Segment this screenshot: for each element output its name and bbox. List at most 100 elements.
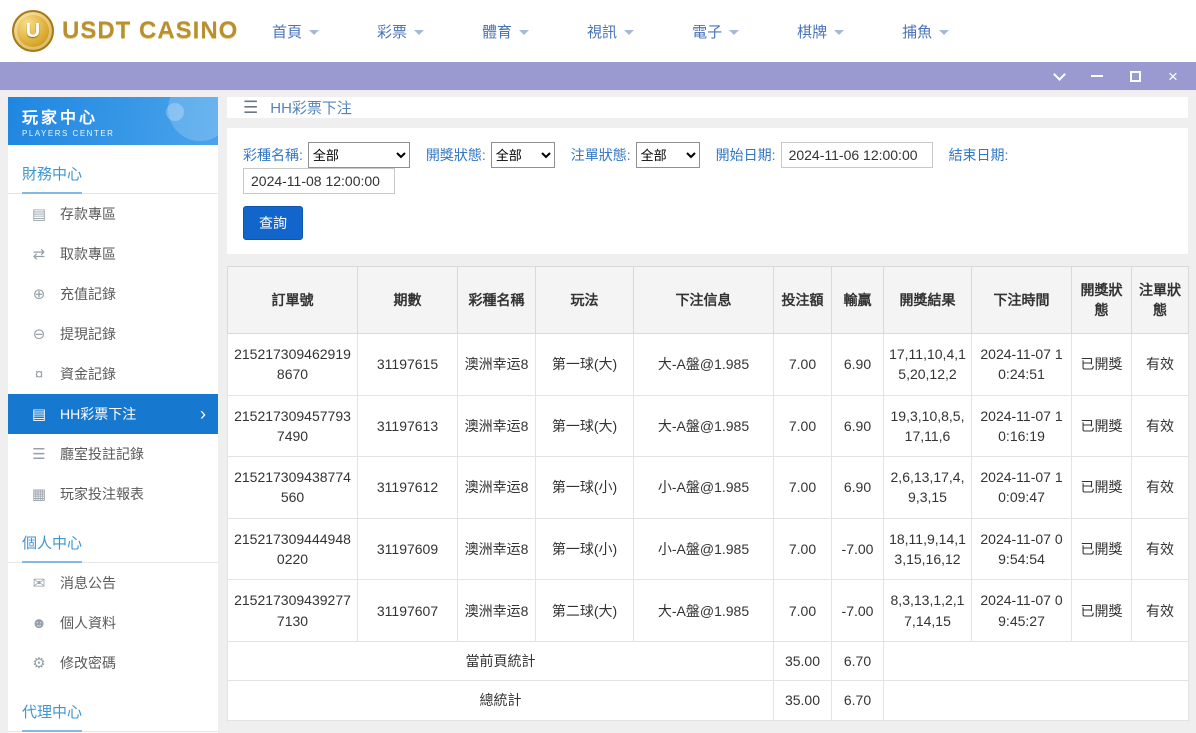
nav-label: 彩票 (377, 23, 408, 41)
bell-icon: ✉ (32, 575, 46, 592)
moneybag-icon: ⊕ (32, 286, 46, 303)
col-header-lottery: 彩種名稱 (457, 266, 536, 334)
col-header-orderstatus: 注單狀態 (1131, 266, 1189, 334)
sidebar-item-profile[interactable]: ☻ 個人資料 (8, 603, 218, 643)
sidebar-item-hh-lottery-bet[interactable]: ▤ HH彩票下注 › (8, 394, 218, 434)
list-card-icon: ▤ (31, 406, 47, 423)
nav-item-fishing[interactable]: 捕魚 (902, 21, 950, 42)
cell-play: 第二球(大) (535, 579, 634, 642)
cell-period: 31197607 (357, 579, 458, 642)
chevron-down-icon (519, 29, 530, 35)
cell-lottery: 澳洲幸运8 (457, 394, 536, 458)
window-titlebar: × (0, 62, 1196, 90)
bets-table: 訂單號 期數 彩種名稱 玩法 下注信息 投注額 輸贏 開獎結果 下注時間 開獎狀… (227, 266, 1189, 721)
cell-time: 2024-11-07 10:24:51 (971, 333, 1072, 396)
cell-order: 2152173094577937490 (227, 394, 358, 458)
minimize-icon[interactable] (1090, 69, 1104, 83)
sidebar-item-withdraw[interactable]: ⇄ 取款專區 (8, 234, 218, 274)
sidebar-item-label: 取款專區 (60, 246, 116, 262)
section-title-agent: 代理中心 (8, 683, 218, 732)
end-date-input[interactable] (243, 168, 395, 194)
sidebar-item-label: 充值記錄 (60, 286, 116, 302)
cell-order: 2152173094449480220 (227, 517, 358, 581)
cell-result: 19,3,10,8,5,17,11,6 (883, 394, 972, 458)
cell-lottery: 澳洲幸运8 (457, 517, 536, 581)
cell-betinfo: 大-A盤@1.985 (633, 579, 774, 642)
nav-item-chess[interactable]: 棋牌 (797, 21, 845, 42)
players-center-header: 玩家中心 PLAYERS CENTER (8, 97, 218, 145)
draw-status-label: 開獎狀態: (425, 147, 486, 163)
menu-icon[interactable]: ☰ (243, 98, 258, 118)
nav-label: 體育 (482, 23, 513, 41)
nav-item-sports[interactable]: 體育 (482, 21, 530, 42)
nav-item-video[interactable]: 視訊 (587, 21, 635, 42)
list-icon: ☰ (32, 446, 46, 463)
cell-winloss: -7.00 (831, 579, 884, 642)
cell-betinfo: 大-A盤@1.985 (633, 394, 774, 458)
close-icon[interactable]: × (1166, 68, 1180, 85)
sidebar-item-recharge-record[interactable]: ⊕ 充值記錄 (8, 274, 218, 314)
col-header-winloss: 輸贏 (831, 266, 884, 334)
cell-orderstatus: 有效 (1131, 517, 1189, 581)
cell-period: 31197609 (357, 517, 458, 581)
sidebar-item-hall-bet-record[interactable]: ☰ 廳室投註記錄 (8, 434, 218, 474)
chevron-down-icon[interactable] (1052, 67, 1066, 83)
cell-winloss: 6.90 (831, 394, 884, 458)
chevron-down-icon (729, 29, 740, 35)
col-header-time: 下注時間 (971, 266, 1072, 334)
col-header-order: 訂單號 (227, 266, 358, 334)
chevron-down-icon (939, 29, 950, 35)
cell-drawstatus: 已開獎 (1071, 579, 1132, 642)
search-button[interactable]: 查詢 (243, 206, 303, 240)
cell-orderstatus: 有效 (1131, 394, 1189, 458)
sidebar-item-announcements[interactable]: ✉ 消息公告 (8, 563, 218, 603)
usdt-coin-icon: U (12, 10, 54, 52)
table-row: 2152173094392777130 31197607 澳洲幸运8 第二球(大… (227, 579, 1189, 642)
section-title-personal: 個人中心 (8, 514, 218, 563)
total-summary-empty (883, 680, 1189, 721)
page-summary-bet: 35.00 (773, 640, 832, 682)
cell-period: 31197613 (357, 394, 458, 458)
draw-status-select[interactable]: 全部 (490, 142, 555, 168)
sidebar-item-label: 個人資料 (60, 615, 116, 631)
order-status-select[interactable]: 全部 (635, 142, 700, 168)
sidebar-item-funds-record[interactable]: ¤ 資金記錄 (8, 354, 218, 394)
sidebar-item-label: 修改密碼 (60, 655, 116, 671)
sidebar-title: 玩家中心 (22, 110, 99, 127)
page-summary-label: 當前頁統計 (227, 640, 774, 682)
col-header-betinfo: 下注信息 (633, 266, 774, 334)
maximize-icon[interactable] (1128, 69, 1142, 83)
cell-play: 第一球(小) (535, 456, 634, 519)
cell-winloss: 6.90 (831, 456, 884, 519)
sidebar-item-withdrawal-record[interactable]: ⊖ 提現記錄 (8, 314, 218, 354)
nav-item-electronic[interactable]: 電子 (692, 21, 740, 42)
bets-table-card: 訂單號 期數 彩種名稱 玩法 下注信息 投注額 輸贏 開獎結果 下注時間 開獎狀… (227, 266, 1189, 721)
cell-order: 215217309438774560 (227, 456, 358, 519)
cell-drawstatus: 已開獎 (1071, 517, 1132, 581)
cell-drawstatus: 已開獎 (1071, 394, 1132, 458)
table-header-row: 訂單號 期數 彩種名稱 玩法 下注信息 投注額 輸贏 開獎結果 下注時間 開獎狀… (227, 266, 1189, 334)
nav-label: 電子 (692, 23, 723, 41)
chevron-down-icon (834, 29, 845, 35)
nav-item-home[interactable]: 首頁 (272, 21, 320, 42)
start-date-label: 開始日期: (715, 147, 776, 163)
start-date-input[interactable] (780, 142, 933, 168)
cell-play: 第一球(大) (535, 333, 634, 396)
cell-orderstatus: 有效 (1131, 579, 1189, 642)
nav-label: 首頁 (272, 23, 303, 41)
chevron-down-icon (414, 29, 425, 35)
nav-item-lottery[interactable]: 彩票 (377, 21, 425, 42)
filter-row: 彩種名稱: 全部 開獎狀態: 全部 注單狀態: 全部 開始日期: 結束日期: (243, 142, 1172, 194)
brand-text: USDT CASINO (62, 17, 239, 44)
wallet-icon: ⊖ (32, 326, 46, 343)
cell-amount: 7.00 (773, 579, 832, 642)
sidebar-item-label: 資金記錄 (60, 366, 116, 382)
cell-result: 18,11,9,14,13,15,16,12 (883, 517, 972, 581)
lottery-name-select[interactable]: 全部 (307, 142, 410, 168)
cell-amount: 7.00 (773, 394, 832, 458)
sidebar-item-change-password[interactable]: ⚙ 修改密碼 (8, 643, 218, 683)
sidebar-item-player-bet-report[interactable]: ▦ 玩家投注報表 (8, 474, 218, 514)
cell-drawstatus: 已開獎 (1071, 456, 1132, 519)
cell-time: 2024-11-07 10:16:19 (971, 394, 1072, 458)
sidebar-item-deposit[interactable]: ▤ 存款專區 (8, 194, 218, 234)
